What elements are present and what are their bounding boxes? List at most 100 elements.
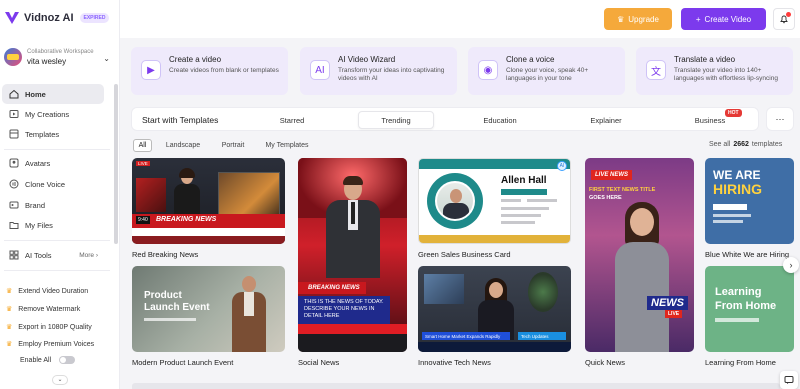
perk-item[interactable]: ♛ Extend Video Duration	[6, 284, 88, 298]
feature-card-ai-wizard[interactable]: AI AI Video Wizard Transform your ideas …	[300, 47, 457, 95]
templates-heading: Start with Templates	[142, 115, 219, 125]
enable-all-toggle[interactable]	[59, 356, 76, 364]
notification-dot	[786, 12, 791, 17]
template-card-product-launch[interactable]: Product Launch Event	[132, 266, 285, 352]
thumbnail-title: WE ARE	[713, 168, 761, 182]
tab-starred[interactable]: Starred	[262, 111, 322, 129]
crown-icon: ♛	[617, 14, 625, 24]
feature-desc: Create videos from blank or templates	[169, 67, 279, 74]
more-tools-link[interactable]: More ›	[79, 252, 98, 259]
thumbnail-text-line	[713, 214, 751, 217]
chevron-down-icon[interactable]: ⌄	[52, 375, 68, 385]
support-chat-button[interactable]	[780, 371, 798, 389]
perk-item[interactable]: ♛ Remove Watermark	[6, 302, 80, 316]
template-card-red-breaking-news[interactable]: LIVE 9:40 BREAKING NEWS	[132, 158, 285, 244]
feature-title: Clone a voice	[506, 55, 555, 64]
thumbnail-title: From Home	[715, 300, 777, 312]
perk-label: Export in 1080P Quality	[18, 323, 92, 331]
sidebar-item-label: Templates	[25, 129, 60, 139]
breaking-news-text: BREAKING NEWS	[156, 216, 217, 223]
crown-icon: ♛	[6, 288, 13, 295]
filter-landscape[interactable]: Landscape	[160, 139, 206, 152]
upgrade-button[interactable]: ♛ Upgrade	[604, 8, 672, 30]
sidebar-item-ai-tools[interactable]: AI Tools More ›	[2, 245, 104, 265]
feature-desc: Transform your ideas into captivating vi…	[338, 67, 445, 82]
thumbnail-title: Product	[144, 290, 182, 301]
chevron-right-icon: ›	[789, 260, 793, 270]
filter-portrait[interactable]: Portrait	[215, 139, 251, 152]
crown-icon: ♛	[6, 306, 13, 313]
sidebar-item-templates[interactable]: Templates	[2, 124, 104, 144]
news-title-line: GOES HERE	[589, 195, 622, 201]
filter-all[interactable]: All	[133, 139, 152, 152]
thumbnail-screen	[136, 178, 166, 212]
crown-icon: ♛	[6, 324, 13, 331]
crown-icon: ♛	[6, 341, 13, 348]
template-card-learning-from-home[interactable]: Learning From Home	[705, 266, 794, 352]
sidebar-item-clone-voice[interactable]: Clone Voice	[2, 174, 104, 194]
create-video-button[interactable]: + Create Video	[681, 8, 766, 30]
template-count: 2662	[733, 141, 749, 148]
top-bar: ♛ Upgrade + Create Video	[120, 0, 800, 38]
feature-card-translate[interactable]: 文 Translate a video Translate your video…	[636, 47, 793, 95]
sidebar-item-label: My Files	[25, 220, 53, 230]
news-ticker	[298, 334, 407, 352]
feature-card-create-video[interactable]: ▶ Create a video Create videos from blan…	[131, 47, 288, 95]
template-card-quick-news[interactable]: LIVE NEWS FIRST TEXT NEWS TITLE GOES HER…	[585, 158, 694, 352]
feature-title: Create a video	[169, 55, 222, 64]
feature-title: Translate a video	[674, 55, 736, 64]
clone-voice-icon: ◉	[478, 60, 498, 80]
card-band	[419, 159, 570, 169]
sidebar-item-my-creations[interactable]: My Creations	[2, 104, 104, 124]
template-card-innovative-tech-news[interactable]: Smart Home Market Expands Rapidly Tech U…	[418, 266, 571, 352]
sidebar-scrollbar[interactable]	[114, 84, 118, 244]
avatar-icon	[8, 158, 19, 169]
filter-my-templates[interactable]: My Templates	[260, 139, 314, 152]
feature-card-clone-voice[interactable]: ◉ Clone a voice Clone your voice, speak …	[468, 47, 625, 95]
thumbnail-title: HIRING	[713, 181, 762, 197]
chat-icon	[784, 376, 794, 384]
tab-education[interactable]: Education	[468, 111, 532, 129]
sidebar-item-label: Clone Voice	[25, 179, 66, 189]
home-icon	[8, 89, 19, 100]
template-label: Modern Product Launch Event	[132, 358, 234, 367]
sidebar-item-label: AI Tools	[25, 250, 52, 260]
workspace-switcher[interactable]: Collaborative Workspace vita wesley ⌄	[4, 46, 112, 68]
feature-desc: Clone your voice, speak 40+ languages in…	[506, 67, 589, 82]
tab-trending[interactable]: Trending	[358, 111, 434, 129]
app-logo[interactable]: Vidnoz AI EXPIRED	[4, 10, 110, 26]
sidebar-item-brand[interactable]: Brand	[2, 195, 104, 215]
see-all-templates-link[interactable]: See all 2662 templates	[709, 141, 782, 148]
pin-icon: AI	[557, 161, 567, 171]
news-title-line: FIRST TEXT NEWS TITLE	[589, 187, 656, 193]
perk-item[interactable]: ♛ Export in 1080P Quality	[6, 320, 92, 334]
vidnoz-logo-icon	[5, 12, 19, 24]
breaking-news-text: BREAKING NEWS	[298, 282, 366, 294]
perk-label: Employ Premium Voices	[18, 340, 95, 348]
sidebar-item-label: My Creations	[25, 109, 70, 119]
card-detail-line	[501, 207, 549, 210]
notifications-button[interactable]	[773, 8, 795, 30]
perk-item[interactable]: ♛ Employ Premium Voices	[6, 337, 94, 351]
carousel-next-button[interactable]: ›	[783, 257, 799, 273]
perk-label: Remove Watermark	[18, 305, 81, 313]
sidebar-item-my-files[interactable]: My Files	[2, 215, 104, 235]
sidebar-item-home[interactable]: Home	[2, 84, 104, 104]
template-card-we-are-hiring[interactable]: WE ARE HIRING	[705, 158, 794, 244]
card-role-bar	[501, 189, 547, 195]
template-card-green-business-card[interactable]: Allen Hall AI	[418, 158, 571, 244]
template-label: Green Sales Business Card	[418, 250, 511, 259]
divider	[4, 240, 110, 241]
ai-tools-icon	[8, 250, 19, 261]
tab-explainer[interactable]: Explainer	[574, 111, 638, 129]
templates-icon	[8, 129, 19, 140]
sidebar-item-avatars[interactable]: Avatars	[2, 153, 104, 173]
voice-icon	[8, 179, 19, 190]
thumbnail-text-line	[715, 318, 759, 322]
more-tabs-button[interactable]: ⋯	[766, 107, 794, 131]
news-ticker	[298, 324, 407, 334]
template-card-social-news[interactable]: BREAKING NEWS THIS IS THE NEWS OF TODAY.…	[298, 158, 407, 352]
upgrade-label: Upgrade	[628, 14, 659, 24]
news-ticker	[418, 342, 571, 352]
template-label: Social News	[298, 358, 340, 367]
